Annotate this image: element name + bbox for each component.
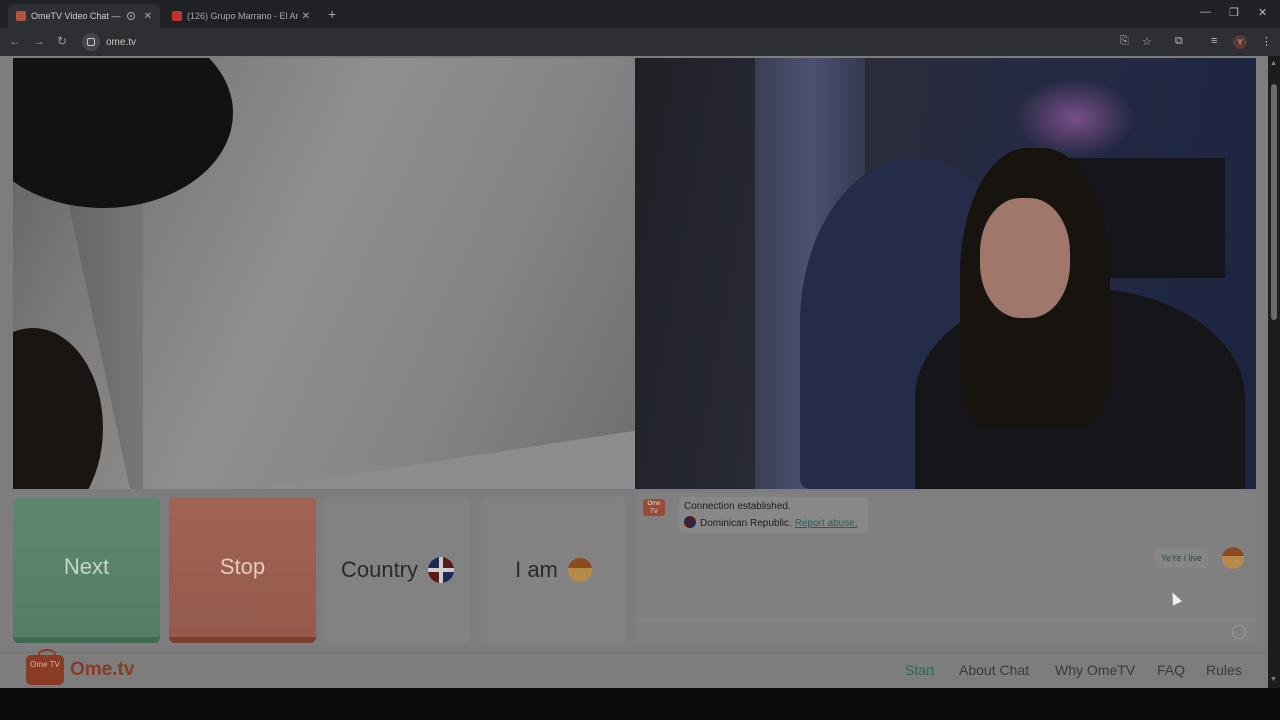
system-message-status: Connection established. (684, 501, 791, 512)
video-scene (13, 328, 103, 489)
back-arrow-icon[interactable]: ← (9, 34, 21, 48)
emoji-icon[interactable] (1232, 625, 1246, 639)
chat-input[interactable] (636, 619, 1256, 620)
video-scene (1015, 78, 1135, 158)
boy-face-icon (567, 558, 592, 582)
url-text: ome.tv (106, 36, 137, 48)
dominican-flag-icon (428, 557, 455, 583)
chat-panel: Ome TV Connection established. Dominican… (636, 493, 1256, 643)
nav-why-ometv[interactable]: Why OmeTV (1055, 662, 1135, 678)
system-message-country: Dominican Republic. (700, 518, 792, 529)
menu-kebab-icon[interactable]: ⋮ (1261, 35, 1272, 48)
video-scene (13, 58, 233, 208)
address-bar[interactable]: ome.tv (80, 31, 1110, 53)
nav-faq[interactable]: FAQ (1157, 662, 1185, 678)
scrollbar-thumb[interactable] (1271, 84, 1277, 320)
scroll-down-icon[interactable]: ▼ (1270, 676, 1277, 683)
site-info-icon[interactable] (82, 33, 100, 51)
browser-tabstrip: OmeTV Video Chat — Omegle ✕ (126) Grupo … (0, 0, 1280, 28)
scroll-up-icon[interactable]: ▲ (1270, 60, 1277, 67)
remote-video (635, 58, 1256, 489)
profile-avatar[interactable]: Y (1233, 35, 1247, 49)
nav-start[interactable]: Start (905, 662, 935, 678)
user-avatar-icon (1222, 547, 1244, 569)
video-scene (980, 198, 1070, 318)
minimize-button[interactable]: — (1200, 6, 1211, 18)
close-tab-icon[interactable]: ✕ (144, 11, 152, 22)
tab-title: OmeTV Video Chat — Omegle (31, 11, 122, 21)
bookmark-star-icon[interactable]: ☆ (1142, 35, 1152, 48)
dominican-flag-icon (684, 516, 696, 528)
ometv-bot-icon: Ome TV (643, 499, 665, 516)
tab-youtube[interactable]: (126) Grupo Marrano - El Arsion ✕ (164, 4, 318, 28)
recording-indicator-icon (126, 12, 135, 20)
reload-icon[interactable]: ↻ (57, 34, 67, 48)
page-content: Next Stop Country I am Ome TV Connection… (0, 56, 1268, 688)
maximize-button[interactable]: ❐ (1229, 6, 1239, 19)
nav-about-chat[interactable]: About Chat (959, 662, 1029, 678)
gender-button[interactable]: I am (481, 497, 626, 643)
ometv-favicon-icon (16, 11, 26, 21)
ometv-logo[interactable]: Ome TV Ome.tv (26, 649, 135, 685)
media-controls-icon[interactable]: ≡ (1211, 35, 1217, 47)
logo-text: Ome.tv (70, 659, 135, 680)
youtube-favicon-icon (172, 11, 182, 21)
user-message: YeYe i live (1155, 548, 1208, 568)
report-abuse-link[interactable]: Report abuse. (795, 518, 858, 529)
extensions-icon[interactable]: ⧉ (1175, 35, 1183, 48)
close-tab-icon[interactable]: ✕ (302, 11, 310, 22)
next-button-label: Next (63, 554, 110, 579)
bottom-bar (0, 688, 1280, 720)
stop-button[interactable]: Stop (169, 497, 316, 643)
gender-button-label: I am (515, 557, 558, 582)
stop-button-label: Stop (219, 554, 266, 579)
forward-arrow-icon[interactable]: → (33, 34, 45, 48)
country-button-label: Country (340, 557, 419, 582)
page-scrollbar[interactable]: ▲ ▼ (1268, 56, 1280, 688)
close-window-button[interactable]: ✕ (1258, 6, 1267, 19)
tv-logo-icon: Ome TV (26, 649, 64, 685)
video-scene (133, 428, 635, 489)
new-tab-button[interactable]: + (328, 6, 336, 22)
country-button[interactable]: Country (325, 497, 470, 643)
nav-rules[interactable]: Rules (1206, 662, 1242, 678)
tab-ometv[interactable]: OmeTV Video Chat — Omegle ✕ (8, 4, 160, 28)
site-footer: Ome TV Ome.tv Start About Chat Why OmeTV… (0, 649, 1268, 688)
system-message: Connection established. Dominican Republ… (679, 497, 868, 533)
local-video (13, 58, 635, 489)
next-button[interactable]: Next (13, 497, 160, 643)
cast-icon[interactable]: ⎘ (1120, 35, 1129, 48)
tab-title: (126) Grupo Marrano - El Arsion (187, 11, 298, 21)
browser-toolbar: ← → ↻ ome.tv ⎘ ☆ ⧉ ≡ ⋮ (0, 28, 1280, 56)
